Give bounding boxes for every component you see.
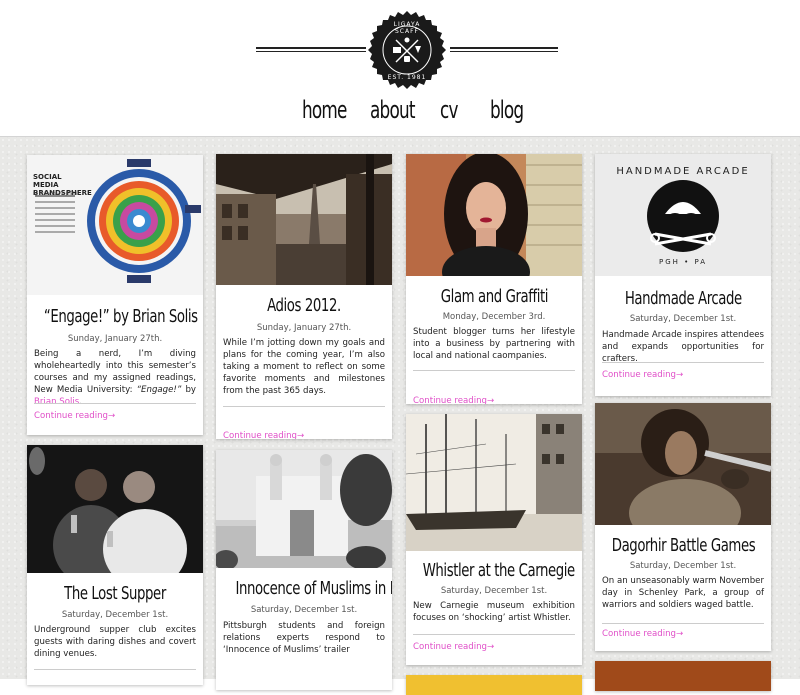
post-card[interactable]: SOCIAL MEDIA BRANDSPHERE by Brian Solis …	[27, 155, 203, 435]
logo-rule-left	[256, 47, 366, 52]
post-thumbnail[interactable]: SOCIAL MEDIA BRANDSPHERE by Brian Solis …	[27, 155, 203, 295]
post-date: Monday, December 3rd.	[442, 312, 546, 322]
continue-reading-link[interactable]: Continue reading→	[34, 411, 115, 421]
post-thumbnail[interactable]: HANDMADE ARCADE PGH • PA	[595, 154, 771, 276]
author-link[interactable]: Brian Solis	[34, 397, 79, 407]
nav-about[interactable]: about	[370, 96, 415, 124]
divider	[413, 634, 575, 635]
post-date: Sunday, January 27th.	[256, 323, 352, 333]
post-title[interactable]: Glam and Graffiti	[406, 286, 582, 307]
divider	[223, 406, 385, 407]
divider	[602, 623, 764, 624]
post-card-partial[interactable]	[406, 675, 582, 695]
post-date: Saturday, December 1st.	[629, 561, 737, 571]
divider	[34, 403, 196, 404]
post-card[interactable]: Dagorhir Battle Games Saturday, December…	[595, 403, 771, 651]
post-title[interactable]: Adios 2012.	[216, 295, 392, 316]
divider	[602, 362, 764, 363]
post-excerpt: While I’m jotting down my goals and plan…	[223, 338, 385, 396]
post-title[interactable]: Whistler at the Carnegie	[406, 560, 582, 581]
post-excerpt: Handmade Arcade inspires attendees and e…	[602, 330, 764, 364]
continue-reading-link[interactable]: Continue reading→	[413, 396, 494, 404]
post-title[interactable]: Handmade Arcade	[595, 288, 771, 309]
thumbnail-title: HANDMADE ARCADE	[616, 166, 750, 177]
logo-top-text: LIGAYA SCAFF	[393, 21, 421, 35]
post-thumbnail[interactable]	[595, 403, 771, 525]
nav-blog[interactable]: blog	[490, 96, 524, 124]
post-card[interactable]: Glam and Graffiti Monday, December 3rd. …	[406, 154, 582, 404]
post-card[interactable]: Whistler at the Carnegie Saturday, Decem…	[406, 414, 582, 665]
post-title[interactable]: “Engage!” by Brian Solis	[27, 306, 203, 327]
post-title[interactable]: Innocence of Muslims in Pgh	[216, 578, 392, 599]
post-grid: SOCIAL MEDIA BRANDSPHERE by Brian Solis …	[0, 136, 800, 695]
logo-bottom-text: EST. 1981	[387, 74, 427, 81]
post-card[interactable]: HANDMADE ARCADE PGH • PA Handmade Arcade…	[595, 154, 771, 396]
continue-reading-link[interactable]: Continue reading→	[413, 642, 494, 652]
thumbnail-subtitle: PGH • PA	[658, 258, 708, 266]
logo-rule-right	[450, 47, 558, 52]
post-excerpt: On an unseasonably warm November day in …	[602, 576, 764, 610]
nav-home[interactable]: home	[302, 96, 347, 124]
post-date: Saturday, December 1st.	[61, 610, 169, 620]
post-title[interactable]: Dagorhir Battle Games	[595, 535, 771, 556]
thumbnail-subtitle: by Brian Solis & JESS3	[33, 191, 78, 196]
post-thumbnail[interactable]	[406, 414, 582, 551]
site-header: LIGAYA SCAFF EST. 1981 home about cv blo…	[0, 0, 800, 136]
post-date: Saturday, December 1st.	[440, 586, 548, 596]
post-card[interactable]: Innocence of Muslims in Pgh Saturday, De…	[216, 450, 392, 690]
continue-reading-link[interactable]: Continue reading→	[602, 629, 683, 639]
post-thumbnail[interactable]	[216, 450, 392, 568]
post-thumbnail[interactable]	[406, 154, 582, 276]
post-excerpt: Student blogger turns her lifestyle into…	[413, 327, 575, 361]
post-thumbnail[interactable]	[27, 445, 203, 573]
post-excerpt: Pittsburgh students and foreign relation…	[223, 621, 385, 655]
post-excerpt: Being a nerd, I’m diving wholeheartedly …	[34, 349, 196, 407]
site-logo[interactable]: LIGAYA SCAFF EST. 1981	[366, 10, 448, 92]
main-nav: home about cv blog	[0, 96, 800, 130]
post-excerpt: New Carnegie museum exhibition focuses o…	[413, 601, 575, 623]
post-title[interactable]: The Lost Supper	[27, 583, 203, 604]
nav-cv[interactable]: cv	[440, 96, 458, 124]
post-card[interactable]: The Lost Supper Saturday, December 1st. …	[27, 445, 203, 685]
divider	[413, 370, 575, 371]
post-card-partial[interactable]	[595, 661, 771, 691]
post-date: Saturday, December 1st.	[250, 605, 358, 615]
divider	[34, 669, 196, 670]
post-date: Saturday, December 1st.	[629, 314, 737, 324]
post-excerpt: Underground supper club excites guests w…	[34, 625, 196, 659]
continue-reading-link[interactable]: Continue reading→	[223, 431, 304, 439]
continue-reading-link[interactable]: Continue reading→	[602, 370, 683, 380]
post-card[interactable]: Adios 2012. Sunday, January 27th. While …	[216, 154, 392, 439]
post-date: Sunday, January 27th.	[67, 334, 163, 344]
post-thumbnail[interactable]	[216, 154, 392, 285]
